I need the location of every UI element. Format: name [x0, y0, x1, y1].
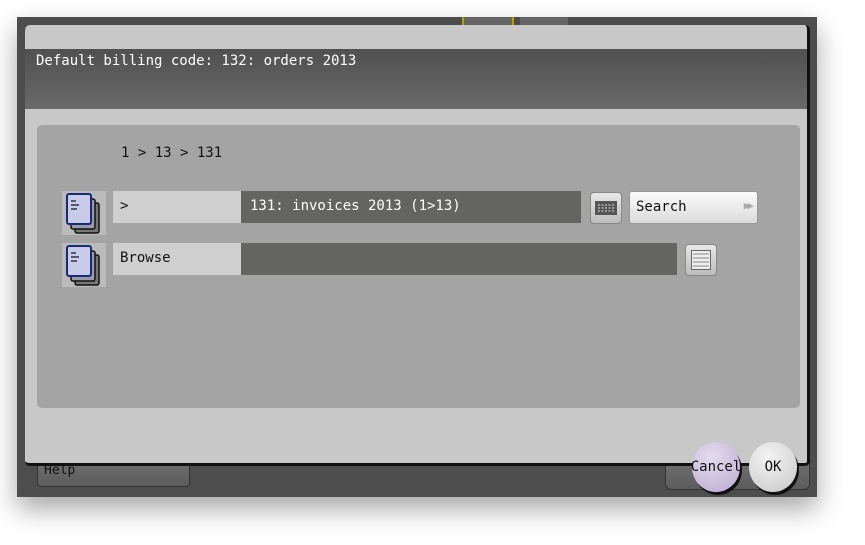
- document-stack-icon[interactable]: [62, 243, 106, 287]
- level-label: >: [113, 191, 241, 223]
- search-row: > 131: invoices 2013 (1>13) Search ▶▶: [62, 191, 802, 235]
- search-button[interactable]: Search ▶▶: [629, 191, 758, 224]
- breadcrumb: 1 > 13 > 131: [121, 145, 223, 161]
- billing-code-dialog: Default billing code: 132: orders 2013 1…: [25, 25, 810, 466]
- document-stack-icon[interactable]: [62, 191, 106, 235]
- list-icon: [691, 250, 711, 270]
- content-panel: 1 > 13 > 131 > 131: invoices 2013 (1>13)…: [37, 125, 800, 408]
- browse-label: Browse: [113, 243, 241, 275]
- search-label: Search: [636, 199, 687, 215]
- dialog-title: Default billing code: 132: orders 2013: [36, 53, 357, 69]
- keyboard-button[interactable]: [590, 192, 622, 224]
- double-arrow-icon: ▶▶: [743, 199, 754, 212]
- ok-button[interactable]: OK: [749, 442, 797, 492]
- browse-field[interactable]: [241, 243, 677, 275]
- cancel-button[interactable]: Cancel: [691, 442, 741, 492]
- browse-row: Browse: [62, 243, 802, 287]
- billing-code-field[interactable]: 131: invoices 2013 (1>13): [241, 191, 581, 223]
- keyboard-icon: [595, 201, 617, 215]
- list-button[interactable]: [685, 244, 717, 276]
- dialog-header: Default billing code: 132: orders 2013: [25, 49, 807, 109]
